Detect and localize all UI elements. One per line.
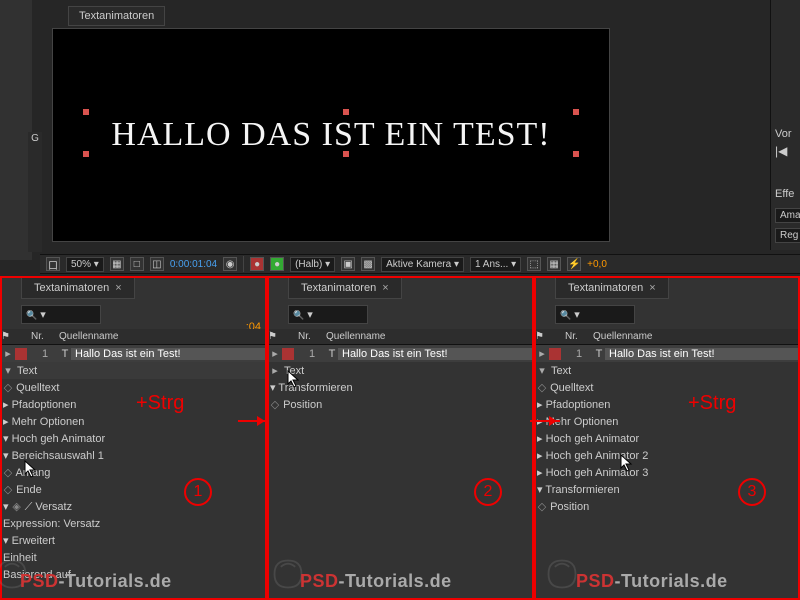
prop-versatz[interactable]: ▾ ◈ ⟋ Versatz xyxy=(1,498,265,515)
text-group[interactable]: ▸Text xyxy=(268,362,532,379)
close-icon[interactable]: × xyxy=(649,282,655,294)
prop-mehr-optionen[interactable]: ▸ Mehr Optionen xyxy=(535,413,799,430)
selection-handle[interactable] xyxy=(83,151,89,157)
selection-handle[interactable] xyxy=(343,109,349,115)
timeline-panel-2: Textanimatoren× ▾ ⚑Nr.Quellenname ▸1THal… xyxy=(267,276,533,600)
column-header: ⚑Nr.Quellenname xyxy=(268,329,532,345)
panel-tab[interactable]: Textanimatoren× xyxy=(288,277,402,299)
search-input[interactable]: ▾ xyxy=(555,305,635,324)
effects-label: Effe xyxy=(775,188,794,200)
transform-group[interactable]: ▾ Transformieren xyxy=(268,379,532,396)
search-input[interactable]: ▾ xyxy=(21,305,101,324)
composition-tab[interactable]: Textanimatoren xyxy=(68,6,165,26)
safe-icon[interactable]: □ xyxy=(130,257,144,271)
layer-row[interactable]: ▸1THallo Das ist ein Test! xyxy=(268,345,532,362)
prop-position[interactable]: ◇ Position xyxy=(535,498,799,515)
layer-tree[interactable]: ▸1THallo Das ist ein Test! ▸Text ▾ Trans… xyxy=(268,345,532,599)
snapshot-icon[interactable]: ◉ xyxy=(223,257,237,271)
prop-einheit[interactable]: Einheit xyxy=(1,549,265,566)
expression-row[interactable]: Expression: Versatz xyxy=(1,515,265,532)
animator-2[interactable]: ▸ Hoch geh Animator 2 xyxy=(535,447,799,464)
panel-tab[interactable]: Textanimatoren× xyxy=(555,277,669,299)
text-group[interactable]: ▾Text xyxy=(1,362,265,379)
composition-viewer[interactable]: HALLO DAS IST EIN TEST! xyxy=(52,28,610,242)
fast-icon[interactable]: ⚡ xyxy=(567,257,581,271)
selection-handle[interactable] xyxy=(343,151,349,157)
timeline-panel-3: Textanimatoren× ▾ ⚑Nr.Quellenname ▸1THal… xyxy=(534,276,800,600)
prop-pfadoptionen[interactable]: ▸ Pfadoptionen xyxy=(535,396,799,413)
transform-group[interactable]: ▾ Transformieren xyxy=(535,481,799,498)
prop-ende[interactable]: ◇ Ende xyxy=(1,481,265,498)
roi-icon[interactable]: ▣ xyxy=(341,257,355,271)
prop-pfadoptionen[interactable]: ▸ Pfadoptionen xyxy=(1,396,265,413)
prop-quelltext[interactable]: ◇ Quelltext xyxy=(535,379,799,396)
layer-color-icon xyxy=(282,348,294,360)
preset-box[interactable]: Reg xyxy=(775,228,800,243)
prop-position[interactable]: ◇ Position xyxy=(268,396,532,413)
channel-icon[interactable]: ● xyxy=(250,257,264,271)
search-input[interactable]: ▾ xyxy=(288,305,368,324)
layer-color-icon xyxy=(549,348,561,360)
preview-label: Vor xyxy=(775,128,792,140)
tool-strip: G xyxy=(28,132,42,252)
views-select[interactable]: 1 Ans... ▾ xyxy=(470,257,521,272)
panel-tab[interactable]: Textanimatoren× xyxy=(21,277,135,299)
timecode[interactable]: 0:00:01:04 xyxy=(170,259,217,270)
selection-handle[interactable] xyxy=(573,109,579,115)
timeline-panel-1: Textanimatoren× ▾ :04ps) ⚑Nr.Quellenname… xyxy=(0,276,266,600)
column-header: ⚑Nr.Quellenname xyxy=(1,329,265,345)
prop-quelltext[interactable]: ◇ Quelltext xyxy=(1,379,265,396)
layer-tree[interactable]: ▸1THallo Das ist ein Test! ▾Text ◇ Quell… xyxy=(1,345,265,599)
selection-handle[interactable] xyxy=(573,151,579,157)
selection-handle[interactable] xyxy=(83,109,89,115)
column-header: ⚑Nr.Quellenname xyxy=(535,329,799,345)
exposure-value[interactable]: +0,0 xyxy=(587,259,607,270)
prop-anfang[interactable]: ◇ Anfang xyxy=(1,464,265,481)
alpha-icon[interactable]: ● xyxy=(270,257,284,271)
zoom-select[interactable]: 50% ▾ xyxy=(66,257,104,272)
pixel-icon[interactable]: ▦ xyxy=(547,257,561,271)
mask-icon[interactable]: ◫ xyxy=(150,257,164,271)
text-group[interactable]: ▾Text xyxy=(535,362,799,379)
preview-text: HALLO DAS IST EIN TEST! xyxy=(111,116,550,154)
close-icon[interactable]: × xyxy=(115,282,121,294)
play-first-icon[interactable]: |◀ xyxy=(775,144,787,158)
prop-basierend-auf[interactable]: Basierend auf xyxy=(1,566,265,583)
prop-mehr-optionen[interactable]: ▸ Mehr Optionen xyxy=(1,413,265,430)
share-icon[interactable]: ⬚ xyxy=(527,257,541,271)
camera-select[interactable]: Aktive Kamera ▾ xyxy=(381,257,464,272)
viewer-toolbar: 口 50% ▾ ▦ □ ◫ 0:00:01:04 ◉ ● ● (Halb) ▾ … xyxy=(40,254,800,274)
preset-box[interactable]: Ama xyxy=(775,208,800,223)
animator-group[interactable]: ▾ Hoch geh Animator xyxy=(1,430,265,447)
animator-1[interactable]: ▸ Hoch geh Animator xyxy=(535,430,799,447)
animator-3[interactable]: ▸ Hoch geh Animator 3 xyxy=(535,464,799,481)
grid-icon[interactable]: ▦ xyxy=(110,257,124,271)
resolution-select[interactable]: (Halb) ▾ xyxy=(290,257,335,272)
close-icon[interactable]: × xyxy=(382,282,388,294)
layer-tree[interactable]: ▸1THallo Das ist ein Test! ▾Text ◇ Quell… xyxy=(535,345,799,599)
layer-row[interactable]: ▸1THallo Das ist ein Test! xyxy=(535,345,799,362)
range-selector[interactable]: ▾ Bereichsauswahl 1 xyxy=(1,447,265,464)
layer-color-icon xyxy=(15,348,27,360)
transparency-icon[interactable]: ▩ xyxy=(361,257,375,271)
prop-erweitert[interactable]: ▾ Erweitert xyxy=(1,532,265,549)
layer-row[interactable]: ▸1THallo Das ist ein Test! xyxy=(1,345,265,362)
magnify-icon[interactable]: 口 xyxy=(46,257,60,271)
